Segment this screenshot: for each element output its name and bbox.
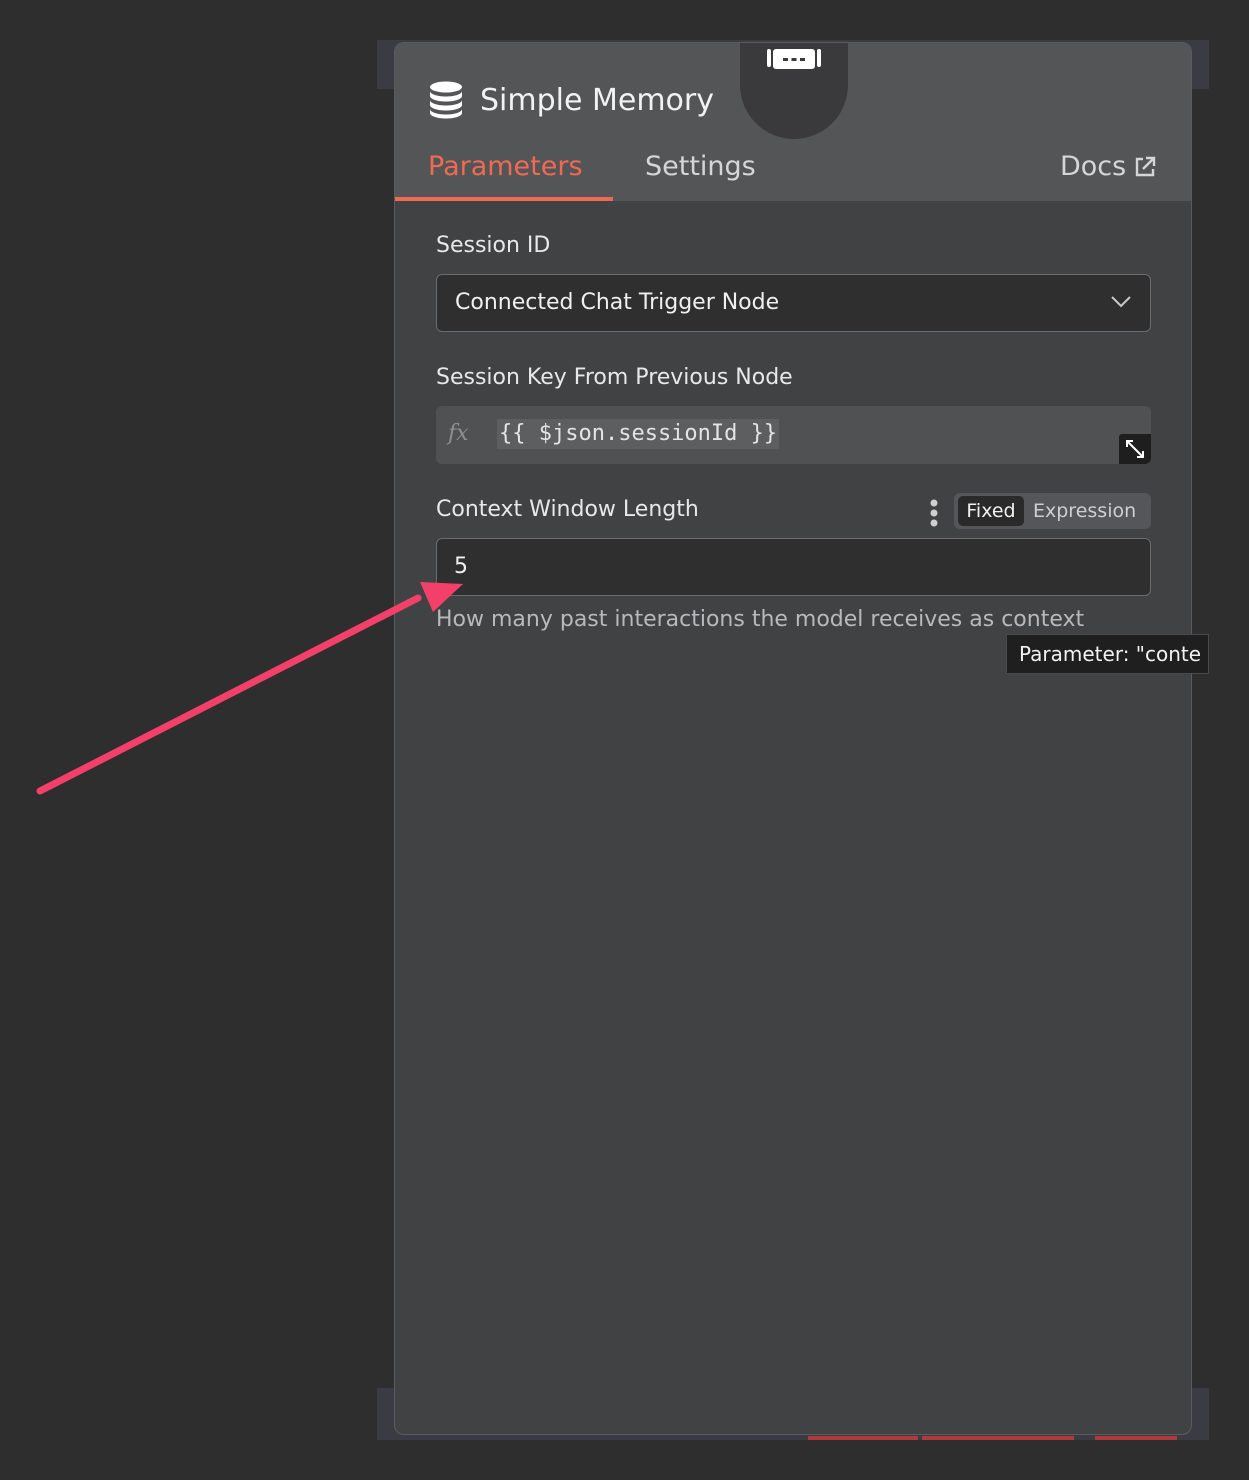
session-id-select[interactable]: Connected Chat Trigger Node <box>436 274 1151 332</box>
session-id-label: Session ID <box>436 233 551 258</box>
chevron-down-icon <box>1111 296 1131 308</box>
canvas-strip <box>1095 1436 1177 1440</box>
parameter-tooltip: Parameter: "conte <box>1006 634 1209 674</box>
fx-icon: fx <box>448 421 469 446</box>
context-window-input[interactable]: 5 <box>436 538 1151 596</box>
tab-settings[interactable]: Settings <box>645 147 756 187</box>
node-settings-panel: Simple Memory Parameters Settings Docs S… <box>394 42 1192 1435</box>
canvas: Simple Memory Parameters Settings Docs S… <box>0 0 1249 1480</box>
active-tab-indicator <box>395 197 613 201</box>
expand-expression-button[interactable] <box>1119 434 1151 464</box>
mode-fixed-button[interactable]: Fixed <box>958 496 1024 526</box>
canvas-strip <box>808 1436 918 1440</box>
tab-parameters[interactable]: Parameters <box>428 147 583 187</box>
expand-icon <box>1126 440 1144 458</box>
mode-expression-button[interactable]: Expression <box>1033 496 1136 526</box>
node-type-badge <box>740 43 848 139</box>
session-key-label: Session Key From Previous Node <box>436 365 793 390</box>
session-key-expression: {{ $json.sessionId }} <box>497 419 780 449</box>
panel-title: Simple Memory <box>480 83 714 118</box>
value-mode-toggle: Fixed Expression <box>954 493 1151 529</box>
context-window-label: Context Window Length <box>436 497 699 522</box>
docs-label: Docs <box>1060 151 1127 182</box>
kebab-menu-icon[interactable] <box>926 499 942 527</box>
external-link-icon <box>1136 156 1156 177</box>
session-id-value: Connected Chat Trigger Node <box>455 290 780 315</box>
docs-link[interactable]: Docs <box>1060 147 1156 187</box>
panel-header: Simple Memory Parameters Settings Docs <box>395 43 1191 201</box>
context-window-value: 5 <box>454 554 468 579</box>
session-key-expression-field[interactable]: fx {{ $json.sessionId }} <box>436 406 1151 464</box>
database-icon <box>430 81 462 119</box>
tooltip-text: Parameter: "conte <box>1019 642 1202 666</box>
canvas-strip <box>922 1436 1074 1440</box>
robot-icon <box>767 49 821 69</box>
context-window-hint: How many past interactions the model rec… <box>436 607 1085 632</box>
